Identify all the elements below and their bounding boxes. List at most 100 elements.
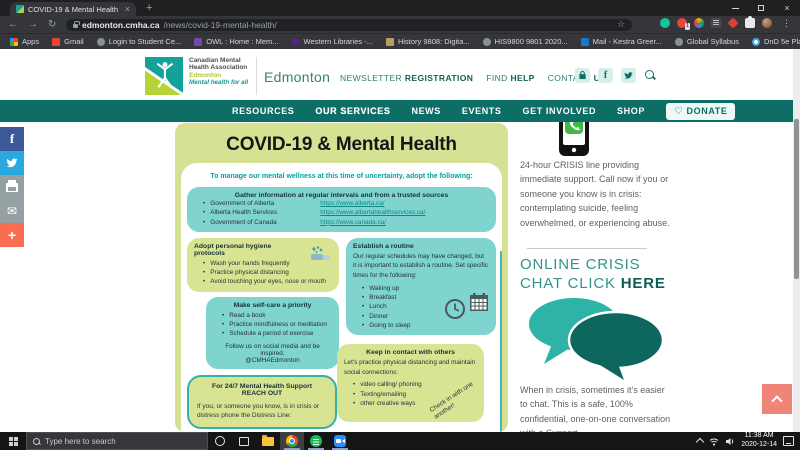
tray-chevron-icon[interactable]: [696, 438, 704, 446]
windows-taskbar: 11:38 AM 2020-12-14: [0, 432, 800, 450]
logo-text: Canadian Mental Health Association Edmon…: [189, 57, 251, 87]
share-print-button[interactable]: [0, 175, 24, 199]
share-facebook-button[interactable]: f: [0, 127, 24, 151]
share-more-button[interactable]: +: [0, 223, 24, 247]
cortana-button[interactable]: [208, 432, 232, 450]
scrollbar-thumb[interactable]: [794, 119, 799, 279]
bookmark-mail[interactable]: Mail - Kestra Greer...: [581, 37, 662, 46]
browser-tab[interactable]: COVID-19 & Mental Health ×: [10, 2, 136, 16]
owl-icon: [194, 38, 202, 46]
zotero-extension-icon[interactable]: [727, 17, 738, 28]
bookmark-student-login[interactable]: Login to Student Ce...: [97, 37, 182, 46]
window-minimize-button[interactable]: [722, 0, 748, 16]
taskbar-clock[interactable]: 11:38 AM 2020-12-14: [741, 432, 777, 450]
nav-events[interactable]: EVENTS: [462, 106, 502, 116]
nav-get-involved[interactable]: GET INVOLVED: [523, 106, 597, 116]
reload-icon[interactable]: ↻: [48, 19, 56, 30]
canada-link[interactable]: https://www.canada.ca/: [320, 218, 386, 227]
ahs-link[interactable]: https://www.albertahealthservices.ca/: [320, 208, 425, 217]
heart-icon: ♡: [674, 106, 684, 117]
chat-here-link[interactable]: HERE: [621, 275, 666, 292]
share-email-button[interactable]: ✉: [0, 199, 24, 223]
reach-out-box: For 24/7 Mental Health Support REACH OUT…: [187, 375, 337, 430]
apps-grid-icon: [10, 38, 18, 46]
nav-our-services[interactable]: OUR SERVICES: [315, 106, 390, 116]
forward-icon[interactable]: →: [28, 19, 38, 30]
self-care-box: Make self-care a priority Read a book Pr…: [206, 297, 339, 369]
bookmark-dnd[interactable]: DnD 5e Player Han...: [752, 37, 800, 46]
task-view-button[interactable]: [232, 432, 256, 450]
gather-information-box: Gather information at regular intervals …: [187, 187, 496, 232]
bookmark-western-libraries[interactable]: Western Libraries -...: [292, 37, 373, 46]
back-to-top-button[interactable]: [762, 384, 792, 414]
calendar-icon: [469, 292, 489, 312]
search-icon: [33, 438, 40, 445]
taskbar-search[interactable]: [26, 432, 208, 450]
nav-news[interactable]: NEWS: [411, 106, 440, 116]
extension-icon-with-badge[interactable]: 1: [677, 18, 687, 28]
routine-box: Establish a routine Our regular schedule…: [346, 238, 496, 335]
page-scrollbar[interactable]: [793, 49, 800, 432]
main-navigation: RESOURCES OUR SERVICES NEWS EVENTS GET I…: [0, 100, 793, 122]
chrome-icon: [286, 435, 298, 447]
bookmark-owl[interactable]: OWL : Home : Mem...: [194, 37, 278, 46]
action-center-icon[interactable]: [783, 436, 794, 446]
share-twitter-button[interactable]: [0, 151, 24, 175]
profile-avatar[interactable]: [762, 18, 772, 28]
cmha-favicon: [16, 5, 24, 13]
find-help-link[interactable]: FIND HELP: [486, 73, 534, 83]
cortana-icon: [215, 436, 225, 446]
grammarly-extension-icon[interactable]: [660, 18, 670, 28]
speaker-icon[interactable]: [725, 437, 735, 446]
chat-bubbles-icon[interactable]: [522, 294, 672, 382]
spotify-icon: [310, 435, 322, 447]
cmha-logo[interactable]: [145, 57, 183, 95]
chrome-taskbar-button[interactable]: [280, 432, 304, 450]
zoom-taskbar-button[interactable]: [328, 432, 352, 450]
wifi-icon[interactable]: [709, 437, 719, 446]
address-bar[interactable]: edmonton.cmha.ca /news/covid-19-mental-h…: [66, 19, 632, 31]
extensions-puzzle-icon[interactable]: [745, 18, 755, 28]
bookmark-gmail[interactable]: Gmail: [52, 37, 84, 46]
search-icon[interactable]: [644, 69, 657, 82]
browser-menu-icon[interactable]: ⋮: [782, 18, 791, 29]
taskbar-search-input[interactable]: [45, 437, 185, 446]
bookmark-history-9808[interactable]: History 9808: Digita...: [386, 37, 470, 46]
bookmark-star-icon[interactable]: ☆: [617, 19, 625, 30]
url-host: edmonton.cmha.ca: [82, 20, 159, 30]
bookmark-global-syllabus[interactable]: Global Syllabus: [675, 37, 739, 46]
share-rail: f ✉ +: [0, 127, 24, 247]
file-explorer-button[interactable]: [256, 432, 280, 450]
globe-extension-icon[interactable]: [694, 18, 704, 28]
twitter-icon[interactable]: [621, 68, 636, 83]
donate-button[interactable]: ♡DONATE: [666, 103, 736, 120]
task-view-icon: [239, 437, 249, 446]
bookmark-apps[interactable]: Apps: [10, 37, 39, 46]
facebook-icon[interactable]: f: [598, 68, 613, 83]
new-tab-button[interactable]: +: [146, 2, 152, 14]
bookmark-his9800[interactable]: HIS9800 9801 2020...: [483, 37, 568, 46]
covid-infographic: COVID-19 & Mental Health To manage our m…: [175, 123, 508, 432]
folder-icon: [262, 437, 274, 446]
nav-resources[interactable]: RESOURCES: [232, 106, 294, 116]
alberta-link[interactable]: https://www.alberta.ca/: [320, 199, 384, 208]
cmha-social-handle: @CMHAEdmonton: [245, 357, 299, 364]
western-icon: [292, 38, 300, 46]
notes-extension-icon[interactable]: [711, 18, 721, 28]
extension-badge: 1: [685, 23, 690, 30]
cart-icon[interactable]: [575, 68, 590, 83]
history-icon: [386, 38, 394, 46]
newsletter-link[interactable]: NEWSLETTER REGISTRATION: [340, 73, 473, 83]
nav-shop[interactable]: SHOP: [617, 106, 645, 116]
site-city-label: Edmonton: [264, 69, 330, 85]
spotify-taskbar-button[interactable]: [304, 432, 328, 450]
keep-contact-box: Keep in contact with others Let's practi…: [337, 344, 484, 422]
printer-icon: [6, 183, 18, 192]
tab-close-icon[interactable]: ×: [125, 5, 130, 14]
start-button[interactable]: [0, 432, 26, 450]
dnd-icon: [752, 38, 760, 46]
window-close-button[interactable]: ×: [774, 0, 800, 16]
window-maximize-button[interactable]: [748, 0, 774, 16]
back-icon[interactable]: ←: [8, 19, 18, 30]
chevron-up-icon: [771, 395, 782, 406]
